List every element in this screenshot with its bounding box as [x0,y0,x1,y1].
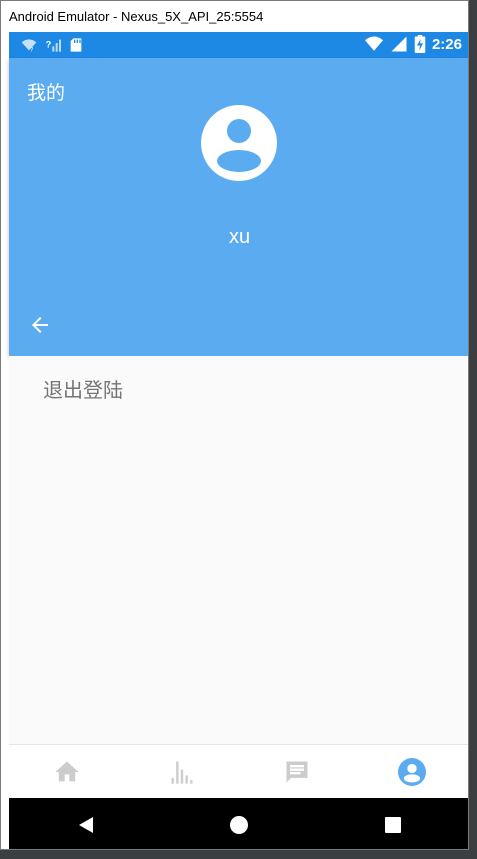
logout-button[interactable]: 退出登陆 [43,374,123,403]
bottom-navigation [9,744,468,799]
signal-icon [391,36,407,52]
wifi-unknown-icon: ? [21,39,37,53]
svg-text:?: ? [30,47,34,53]
username: xu [228,226,251,248]
system-back-button[interactable] [56,805,116,845]
arrow-back-icon[interactable] [28,313,52,337]
nav-item-stats[interactable] [124,745,239,799]
wifi-icon [364,36,383,51]
account-circle-icon[interactable] [201,105,277,181]
signal-unknown-icon: ? [46,39,61,52]
system-recents-button[interactable] [363,805,423,845]
nav-item-profile[interactable] [355,745,468,799]
system-home-button[interactable] [209,805,269,845]
sd-card-icon [70,38,82,52]
window-titlebar[interactable]: Android Emulator - Nexus_5X_API_25:5554 [1,1,468,32]
battery-charging-icon [414,35,426,53]
svg-text:?: ? [46,40,52,50]
system-navigation-bar [9,798,468,849]
nav-item-home[interactable] [9,745,124,799]
profile-content: 退出登陆 [9,356,468,744]
status-bar: ? ? 2:26 [9,32,468,58]
home-icon [54,761,79,782]
window-title: Android Emulator - Nexus_5X_API_25:5554 [9,9,264,24]
back-triangle-icon [78,816,93,833]
page-title: 我的 [27,82,66,104]
message-icon [286,761,308,783]
nav-item-messages[interactable] [240,745,355,799]
emulator-window: Android Emulator - Nexus_5X_API_25:5554 … [0,0,469,850]
home-circle-icon [230,815,249,834]
bar-chart-icon [171,761,193,784]
recents-square-icon [385,816,402,833]
profile-header: 我的 xu [9,58,468,356]
status-time: 2:26 [431,35,462,53]
account-circle-icon [398,758,427,786]
